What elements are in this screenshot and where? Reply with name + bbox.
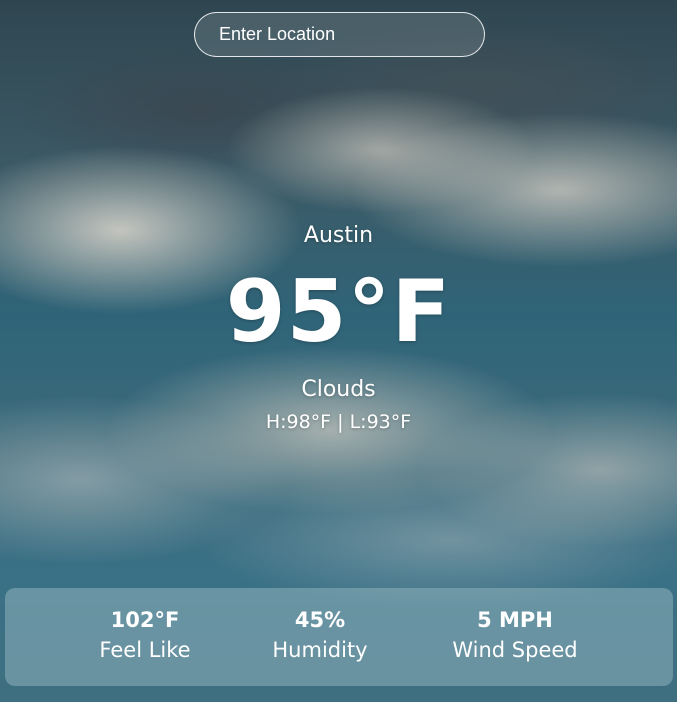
wind-speed-value: 5 MPH (477, 608, 553, 632)
wind-speed-label: Wind Speed (452, 638, 578, 662)
search-bar[interactable] (194, 12, 485, 57)
feels-like-value: 102°F (110, 608, 180, 632)
humidity-value: 45% (294, 608, 346, 632)
humidity-label: Humidity (272, 638, 368, 662)
weather-details-panel: 102°F Feel Like 45% Humidity 5 MPH Wind … (5, 588, 673, 686)
city-name: Austin (303, 223, 374, 248)
wind-speed-stat: 5 MPH Wind Speed (430, 606, 600, 666)
weather-condition: Clouds (301, 377, 376, 402)
current-temperature: 95°F (225, 262, 452, 362)
high-low-temperature: H:98°F | L:93°F (265, 411, 412, 433)
humidity-stat: 45% Humidity (250, 606, 390, 666)
feels-like-label: Feel Like (99, 638, 191, 662)
location-search-input[interactable] (194, 12, 485, 57)
feels-like-stat: 102°F Feel Like (75, 606, 215, 666)
